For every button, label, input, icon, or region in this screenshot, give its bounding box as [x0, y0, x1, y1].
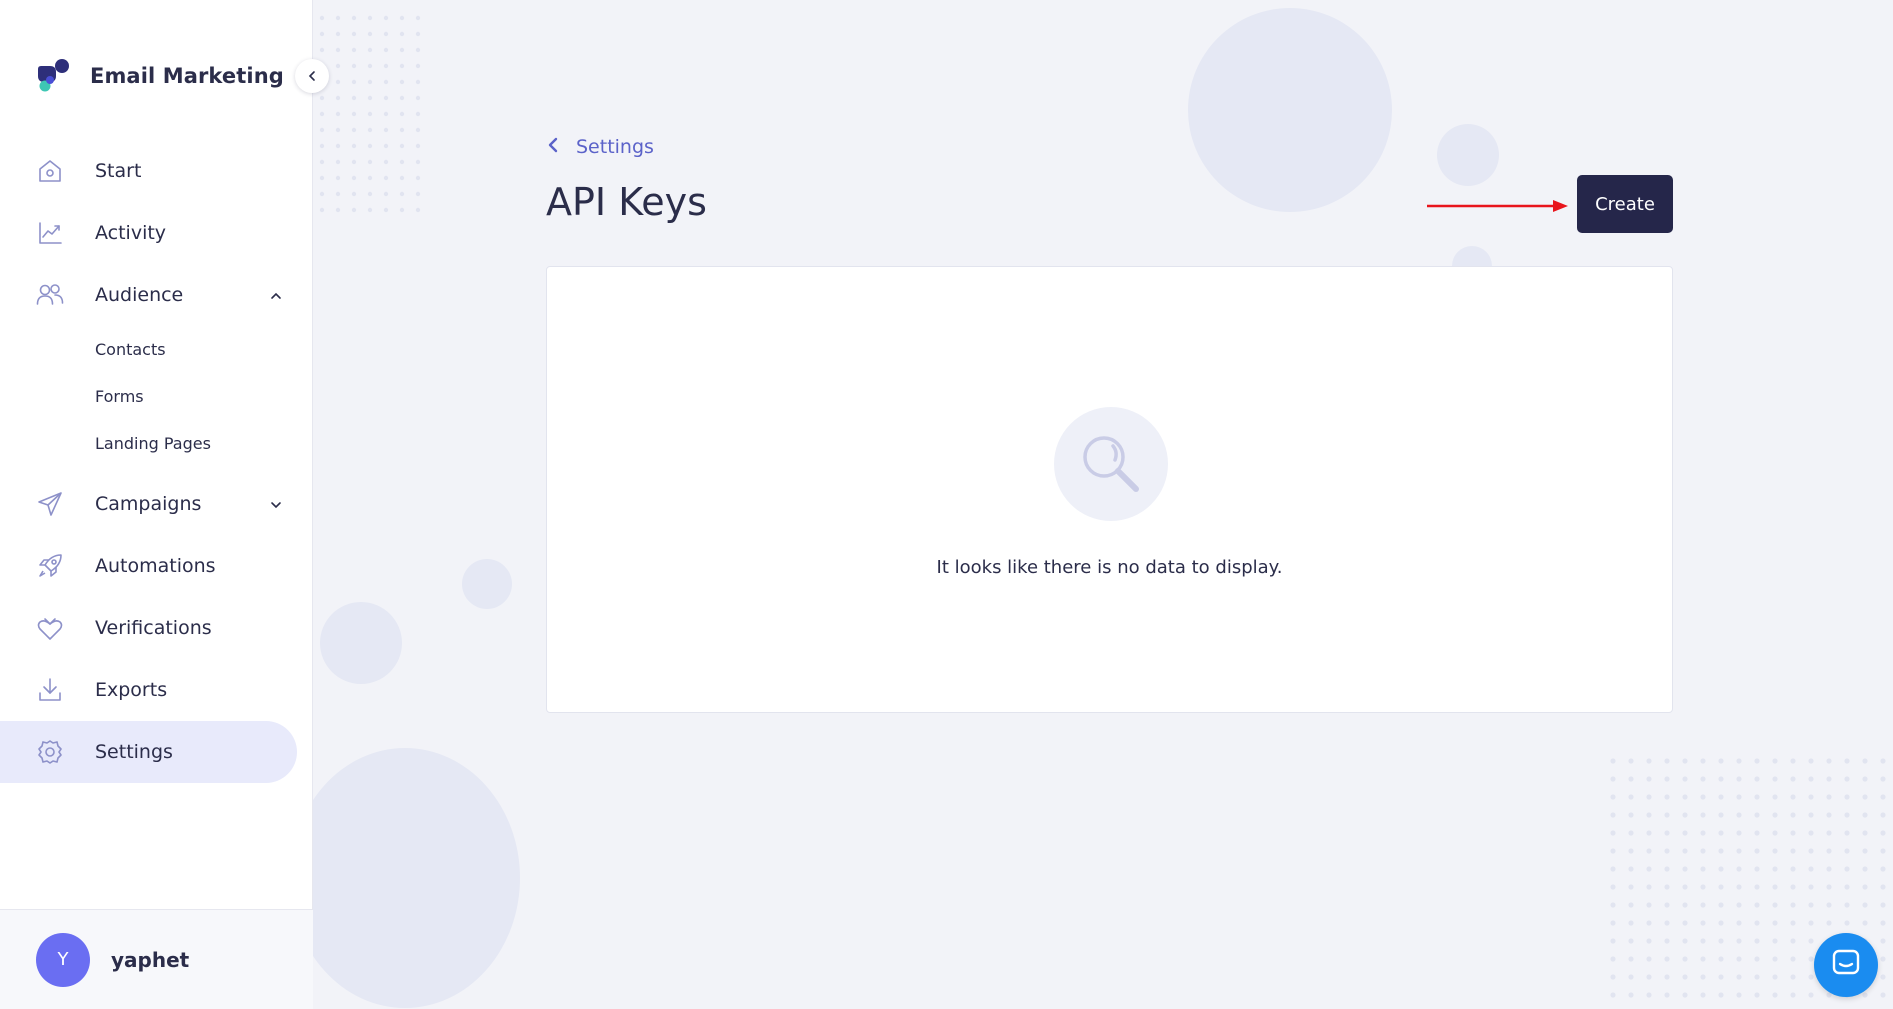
sidebar-item-automations[interactable]: Automations	[0, 535, 313, 597]
heart-check-icon	[36, 614, 64, 642]
create-button[interactable]: Create	[1577, 175, 1673, 233]
sidebar-subitem-forms[interactable]: Forms	[0, 373, 313, 420]
chat-icon	[1830, 947, 1862, 983]
sidebar-item-label: Automations	[95, 555, 216, 577]
username: yaphet	[111, 947, 190, 972]
brand[interactable]: Email Marketing	[36, 58, 284, 94]
sidebar-item-label: Audience	[95, 284, 184, 306]
rocket-icon	[36, 552, 64, 580]
sidebar-item-label: Exports	[95, 679, 168, 701]
home-icon	[36, 157, 64, 185]
chevron-left-icon	[306, 67, 318, 86]
brand-logo-icon	[36, 58, 70, 94]
sidebar-item-campaigns[interactable]: Campaigns	[0, 473, 313, 535]
chart-line-icon	[36, 219, 64, 247]
user-profile[interactable]: Y yaphet	[0, 909, 313, 1009]
users-icon	[36, 281, 64, 309]
collapse-sidebar-button[interactable]	[295, 59, 329, 93]
download-icon	[36, 676, 64, 704]
chat-widget-button[interactable]	[1814, 933, 1878, 997]
sidebar-item-settings[interactable]: Settings	[0, 721, 297, 783]
sidebar: Email Marketing Start Activity Audience …	[0, 0, 313, 1009]
chevron-up-icon[interactable]	[270, 287, 282, 306]
chevron-left-icon	[546, 137, 560, 157]
avatar: Y	[36, 932, 90, 987]
annotation-arrow	[1427, 200, 1568, 212]
sidebar-item-audience[interactable]: Audience	[0, 264, 313, 326]
empty-state-message: It looks like there is no data to displa…	[936, 557, 1283, 578]
sidebar-subitem-contacts[interactable]: Contacts	[0, 326, 313, 373]
sidebar-item-label: Campaigns	[95, 493, 202, 515]
chevron-down-icon[interactable]	[270, 496, 282, 515]
api-keys-panel: It looks like there is no data to displa…	[546, 266, 1673, 713]
sidebar-item-start[interactable]: Start	[0, 140, 313, 202]
breadcrumb-label: Settings	[576, 136, 654, 158]
gear-icon	[36, 738, 64, 766]
sidebar-item-label: Start	[95, 160, 142, 182]
sidebar-item-label: Settings	[95, 741, 173, 763]
sidebar-item-label: Verifications	[95, 617, 212, 639]
sidebar-item-verifications[interactable]: Verifications	[0, 597, 313, 659]
page-title: API Keys	[546, 180, 707, 224]
sidebar-item-label: Activity	[95, 222, 167, 244]
brand-title: Email Marketing	[90, 64, 284, 88]
main-content: Settings API Keys Create It looks like t…	[313, 0, 1893, 1009]
paper-plane-icon	[36, 490, 64, 518]
sidebar-nav: Start Activity Audience Contacts Forms L…	[0, 140, 313, 783]
breadcrumb[interactable]: Settings	[546, 136, 654, 158]
empty-state-search-icon	[1054, 407, 1168, 521]
sidebar-item-activity[interactable]: Activity	[0, 202, 313, 264]
sidebar-item-exports[interactable]: Exports	[0, 659, 313, 721]
sidebar-subitem-landing-pages[interactable]: Landing Pages	[0, 420, 313, 467]
